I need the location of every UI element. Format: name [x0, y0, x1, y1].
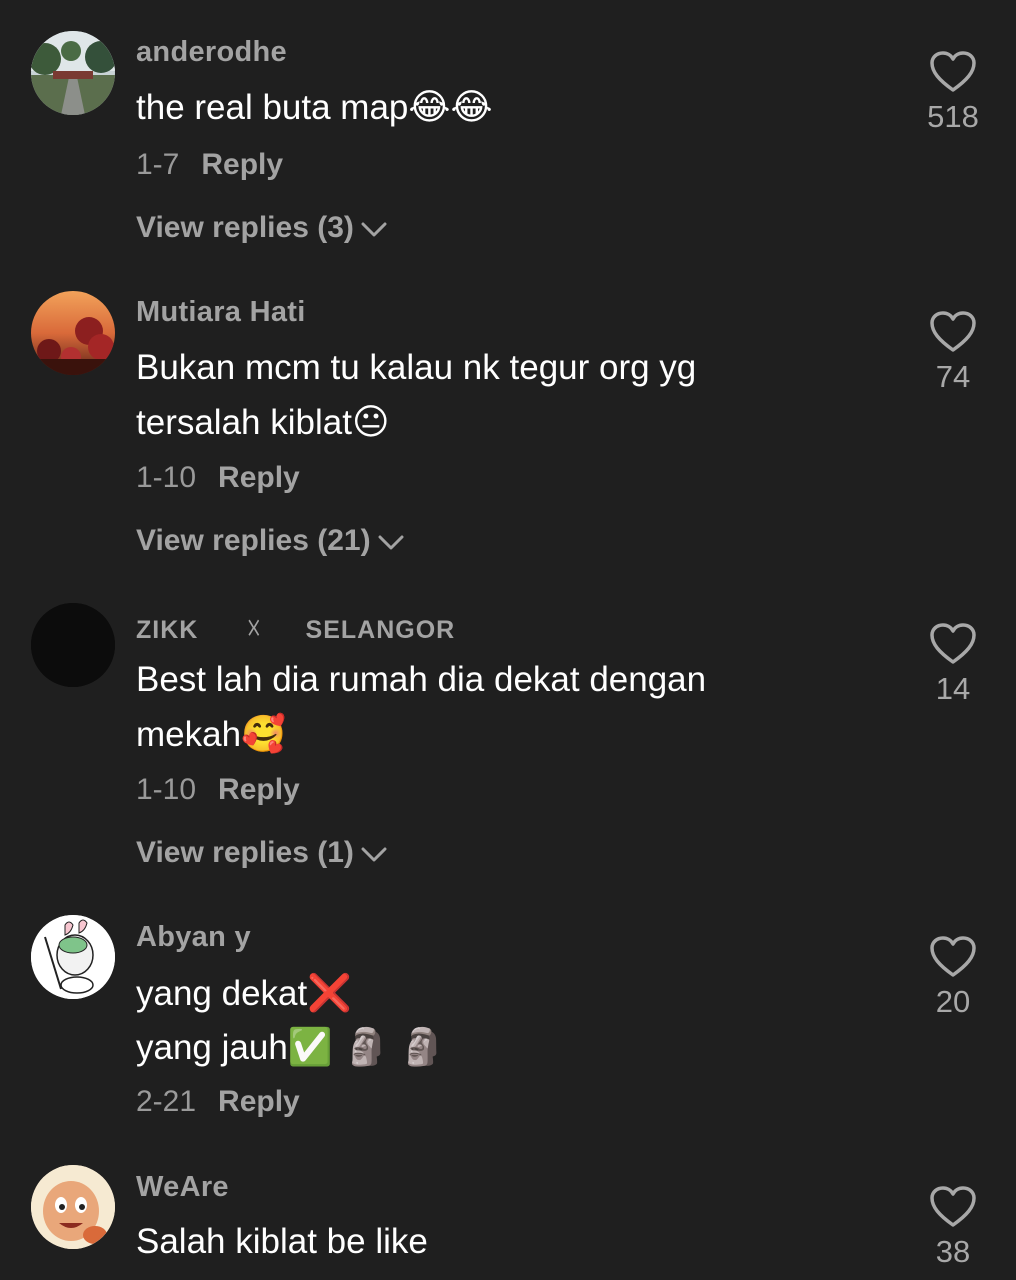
like-count: 20 [935, 984, 971, 1019]
comment-text: mekah🥰 [136, 714, 286, 755]
user-avatar[interactable] [31, 31, 115, 115]
user-avatar[interactable] [31, 291, 115, 375]
cartoon-character-avatar-icon [31, 915, 115, 999]
like-group: 38 [912, 1185, 994, 1270]
check-and-moai-emoji: ✅ 🗿 🗿 [287, 1027, 446, 1068]
reply-button[interactable]: Reply [218, 1085, 300, 1118]
heart-icon[interactable] [929, 50, 977, 99]
laughing-emoji: 😂😂 [408, 87, 493, 128]
heart-icon[interactable] [929, 622, 977, 671]
view-replies-button[interactable]: View replies (3) [136, 211, 388, 245]
separator-icon: ☓ [246, 613, 262, 644]
photo-road-avatar-icon [31, 31, 115, 115]
comment-text: Bukan mcm tu kalau nk tegur org yg [136, 348, 697, 387]
heart-icon[interactable] [929, 1185, 977, 1234]
view-replies-button[interactable]: View replies (21) [136, 524, 405, 558]
like-count: 14 [935, 671, 971, 706]
heart-icon[interactable] [929, 310, 977, 359]
comment-text: Salah kiblat be like [136, 1222, 428, 1261]
comment-meta: 1-10 Reply [136, 773, 300, 807]
username[interactable]: ZIKK ☓ SELANGOR [136, 612, 455, 646]
cartoon-boy-avatar-icon [31, 1165, 115, 1249]
like-group: 74 [912, 310, 994, 395]
user-avatar[interactable] [31, 1165, 115, 1249]
like-count: 74 [935, 359, 971, 394]
username[interactable]: anderodhe [136, 36, 287, 69]
username[interactable]: Mutiara Hati [136, 296, 306, 329]
comment-meta: 1-10 Reply [136, 461, 300, 495]
username[interactable]: WeAre [136, 1171, 229, 1204]
black-avatar-icon [31, 603, 115, 687]
cross-mark-emoji: ❌ [307, 973, 353, 1014]
user-avatar[interactable] [31, 915, 115, 999]
chevron-down-icon [378, 535, 404, 550]
comment-date: 2-21 [136, 1085, 197, 1118]
heart-icon[interactable] [929, 935, 977, 984]
like-group: 518 [912, 50, 994, 135]
comment-date: 1-10 [136, 773, 197, 806]
neutral-face-emoji: 😐 [351, 402, 390, 443]
comment-text: the real buta map😂😂 [136, 87, 493, 128]
chevron-down-icon [361, 222, 387, 237]
comment-meta: 1-7 Reply [136, 148, 283, 182]
like-group: 14 [912, 622, 994, 707]
comment-text: yang jauh✅ 🗿 🗿 [136, 1027, 446, 1068]
comment-text: yang dekat❌ [136, 973, 353, 1014]
comment-date: 1-10 [136, 461, 197, 494]
smiling-hearts-emoji: 🥰 [241, 714, 286, 755]
chevron-down-icon [361, 847, 387, 862]
sunset-flowers-avatar-icon [31, 291, 115, 375]
user-avatar[interactable] [31, 603, 115, 687]
like-count: 518 [927, 99, 979, 134]
comment-date: 1-7 [136, 148, 180, 181]
reply-button[interactable]: Reply [218, 461, 300, 494]
reply-button[interactable]: Reply [201, 148, 283, 181]
like-group: 20 [912, 935, 994, 1020]
username[interactable]: Abyan y [136, 921, 251, 954]
like-count: 38 [935, 1234, 971, 1269]
comment-meta: 2-21 Reply [136, 1085, 300, 1119]
view-replies-button[interactable]: View replies (1) [136, 836, 388, 870]
comment-text: tersalah kiblat😐 [136, 402, 390, 443]
reply-button[interactable]: Reply [218, 773, 300, 806]
comment-text: Best lah dia rumah dia dekat dengan [136, 660, 707, 699]
